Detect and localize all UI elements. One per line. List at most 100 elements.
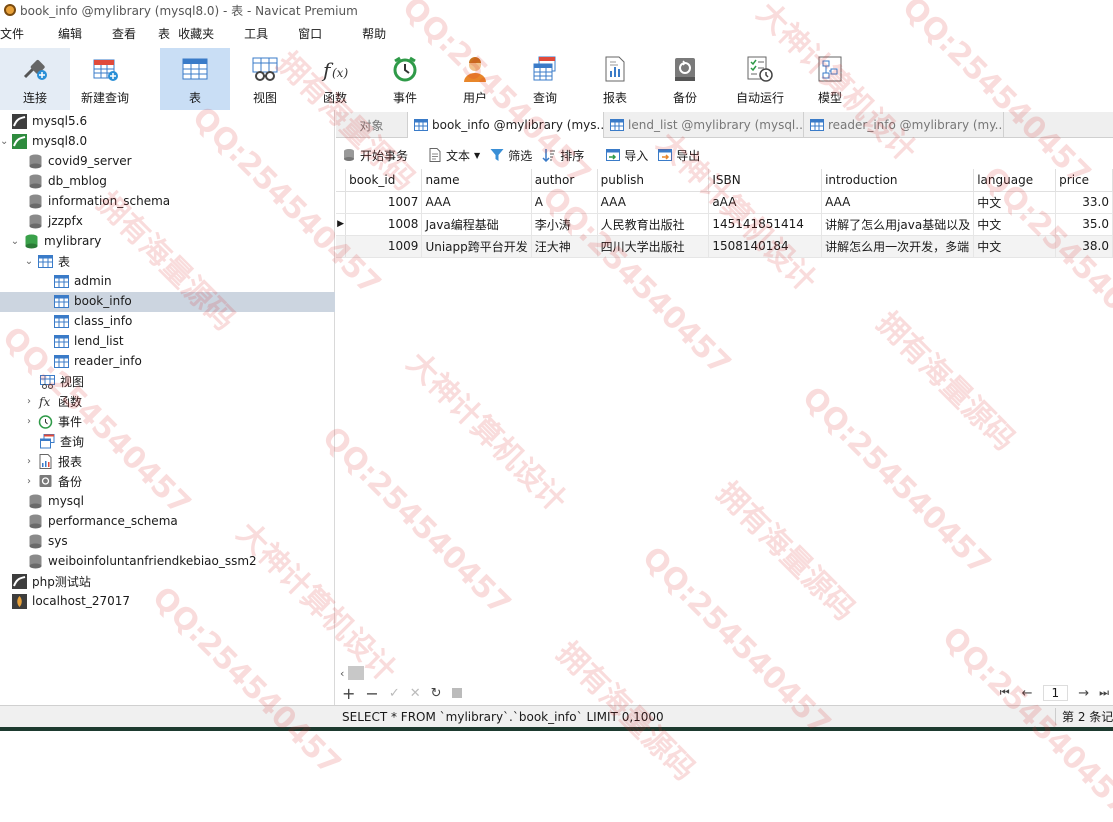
cell-introduction[interactable]: 讲解了怎么用java基础以及 (821, 213, 975, 236)
tree-item-jzzpfx[interactable]: jzzpfx (28, 211, 83, 231)
refresh-icon[interactable]: ↻ (431, 686, 442, 701)
begin-transaction-button[interactable]: 开始事务 (342, 147, 408, 164)
column-header-book-id[interactable]: book_id (345, 169, 423, 192)
auto-run-button[interactable]: 自动运行 (720, 48, 800, 110)
menu-window[interactable]: 窗口 (294, 25, 326, 42)
chevron-right-icon[interactable]: › (24, 416, 34, 427)
new-query-button[interactable]: 新建查询 (70, 48, 140, 110)
menu-table[interactable]: 表 (154, 25, 174, 42)
tree-item-weibo[interactable]: weiboinfoluntanfriendkebiao_ssm2 (28, 551, 257, 571)
current-row-arrow-icon[interactable]: ▶ (336, 213, 347, 236)
tree-item-lend-list[interactable]: lend_list (54, 331, 124, 351)
cell-price[interactable]: 38.0 (1055, 235, 1113, 258)
tree-item-admin[interactable]: admin (54, 271, 112, 291)
table-button[interactable]: 表 (160, 48, 230, 110)
column-header-author[interactable]: author (531, 169, 598, 192)
horizontal-scrollbar[interactable]: ‹ (336, 665, 1113, 681)
add-record-icon[interactable]: + (342, 684, 355, 703)
chevron-right-icon[interactable]: › (24, 476, 34, 487)
column-header-publish[interactable]: publish (597, 169, 710, 192)
cell-language[interactable]: 中文 (973, 235, 1057, 258)
menu-edit[interactable]: 编辑 (54, 25, 86, 42)
model-button[interactable]: 模型 (800, 48, 860, 110)
cell-book-id[interactable]: 1009 (345, 235, 423, 258)
cell-price[interactable]: 33.0 (1055, 191, 1113, 214)
cell-publish[interactable]: 四川大学出版社 (597, 235, 710, 258)
cell-isbn[interactable]: aAA (708, 191, 823, 214)
row-indicator[interactable] (336, 191, 347, 214)
tree-item-mylibrary[interactable]: ⌄ mylibrary (10, 231, 101, 251)
tab-reader-info[interactable]: reader_info @mylibrary (my... (804, 112, 1004, 138)
cell-introduction[interactable]: 讲解怎么用一次开发，多端 (821, 235, 975, 258)
tree-item-class-info[interactable]: class_info (54, 311, 132, 331)
scrollbar-thumb[interactable] (348, 666, 365, 680)
chevron-right-icon[interactable]: › (24, 396, 34, 407)
tree-item-performance-schema[interactable]: performance_schema (28, 511, 178, 531)
tree-item-mysql56[interactable]: mysql5.6 (12, 111, 87, 131)
column-header-introduction[interactable]: introduction (821, 169, 975, 192)
tree-item-db-mblog[interactable]: db_mblog (28, 171, 107, 191)
prev-page-icon[interactable]: ← (1022, 686, 1033, 701)
tree-item-mysql80[interactable]: ⌄ mysql8.0 (0, 131, 87, 151)
cell-isbn[interactable]: 1508140184 (708, 235, 823, 258)
scroll-left-arrow-icon[interactable]: ‹ (340, 667, 344, 680)
tab-book-info[interactable]: book_info @mylibrary (mys... (408, 112, 604, 138)
tree-item-events[interactable]: › 事件 (24, 411, 82, 431)
tree-item-covid9-server[interactable]: covid9_server (28, 151, 132, 171)
menu-favorites[interactable]: 收藏夹 (174, 25, 218, 42)
apply-check-icon[interactable]: ✓ (389, 686, 400, 701)
cell-name[interactable]: Uniapp跨平台开发 (421, 235, 532, 258)
table-row[interactable]: 1007 AAA A AAA aAA AAA 中文 33.0 (336, 191, 1113, 214)
filter-button[interactable]: 筛选 (490, 147, 532, 164)
tree-item-sys[interactable]: sys (28, 531, 68, 551)
tree-item-mysql[interactable]: mysql (28, 491, 84, 511)
cell-book-id[interactable]: 1007 (345, 191, 423, 214)
chevron-down-icon[interactable]: ⌄ (10, 236, 20, 247)
first-page-icon[interactable]: ⏮ (1000, 686, 1010, 700)
export-button[interactable]: 导出 (658, 147, 700, 164)
report-button[interactable]: 报表 (580, 48, 650, 110)
table-row[interactable]: ▶ 1008 Java编程基础 李小涛 人民教育出版社 145141851414… (336, 213, 1113, 236)
tab-lend-list[interactable]: lend_list @mylibrary (mysql... (604, 112, 804, 138)
chevron-down-icon[interactable]: ⌄ (24, 256, 34, 267)
next-page-icon[interactable]: → (1078, 686, 1089, 701)
tree-item-queries[interactable]: 查询 (40, 431, 84, 451)
stop-icon[interactable] (451, 688, 462, 698)
delete-record-icon[interactable]: − (365, 684, 378, 703)
tree-item-php[interactable]: php测试站 (12, 571, 91, 591)
menu-help[interactable]: 帮助 (358, 25, 390, 42)
column-header-price[interactable]: price (1055, 169, 1113, 192)
cell-book-id[interactable]: 1008 (345, 213, 423, 236)
tree-item-book-info[interactable]: book_info (54, 291, 132, 311)
tree-item-functions[interactable]: › fx 函数 (24, 391, 82, 411)
view-button[interactable]: 视图 (230, 48, 300, 110)
menu-tools[interactable]: 工具 (240, 25, 272, 42)
cell-name[interactable]: Java编程基础 (421, 213, 532, 236)
backup-button[interactable]: 备份 (650, 48, 720, 110)
tree-item-localhost[interactable]: localhost_27017 (12, 591, 130, 611)
table-row[interactable]: 1009 Uniapp跨平台开发 汪大神 四川大学出版社 1508140184 … (336, 235, 1113, 258)
cell-author[interactable]: A (531, 191, 598, 214)
text-button[interactable]: 文本 ▼ (428, 147, 480, 164)
cell-language[interactable]: 中文 (973, 191, 1057, 214)
column-header-language[interactable]: language (973, 169, 1057, 192)
cell-author[interactable]: 李小涛 (531, 213, 598, 236)
column-header-name[interactable]: name (421, 169, 532, 192)
page-number[interactable]: 1 (1042, 685, 1069, 701)
tree-item-backups[interactable]: › 备份 (24, 471, 82, 491)
chevron-right-icon[interactable]: › (24, 456, 34, 467)
cell-author[interactable]: 汪大神 (531, 235, 598, 258)
column-header-isbn[interactable]: ISBN (708, 169, 823, 192)
menu-file[interactable]: 文件 (0, 25, 28, 42)
menu-view[interactable]: 查看 (108, 25, 140, 42)
sort-button[interactable]: 排序 (542, 147, 584, 164)
event-button[interactable]: 事件 (370, 48, 440, 110)
row-indicator[interactable] (336, 235, 347, 258)
cell-introduction[interactable]: AAA (821, 191, 975, 214)
tree-item-reports[interactable]: › 报表 (24, 451, 82, 471)
cell-publish[interactable]: AAA (597, 191, 710, 214)
cell-name[interactable]: AAA (421, 191, 532, 214)
tab-objects[interactable]: 对象 (336, 112, 408, 138)
connect-button[interactable]: 连接 (0, 48, 70, 110)
cell-isbn[interactable]: 145141851414 (708, 213, 823, 236)
